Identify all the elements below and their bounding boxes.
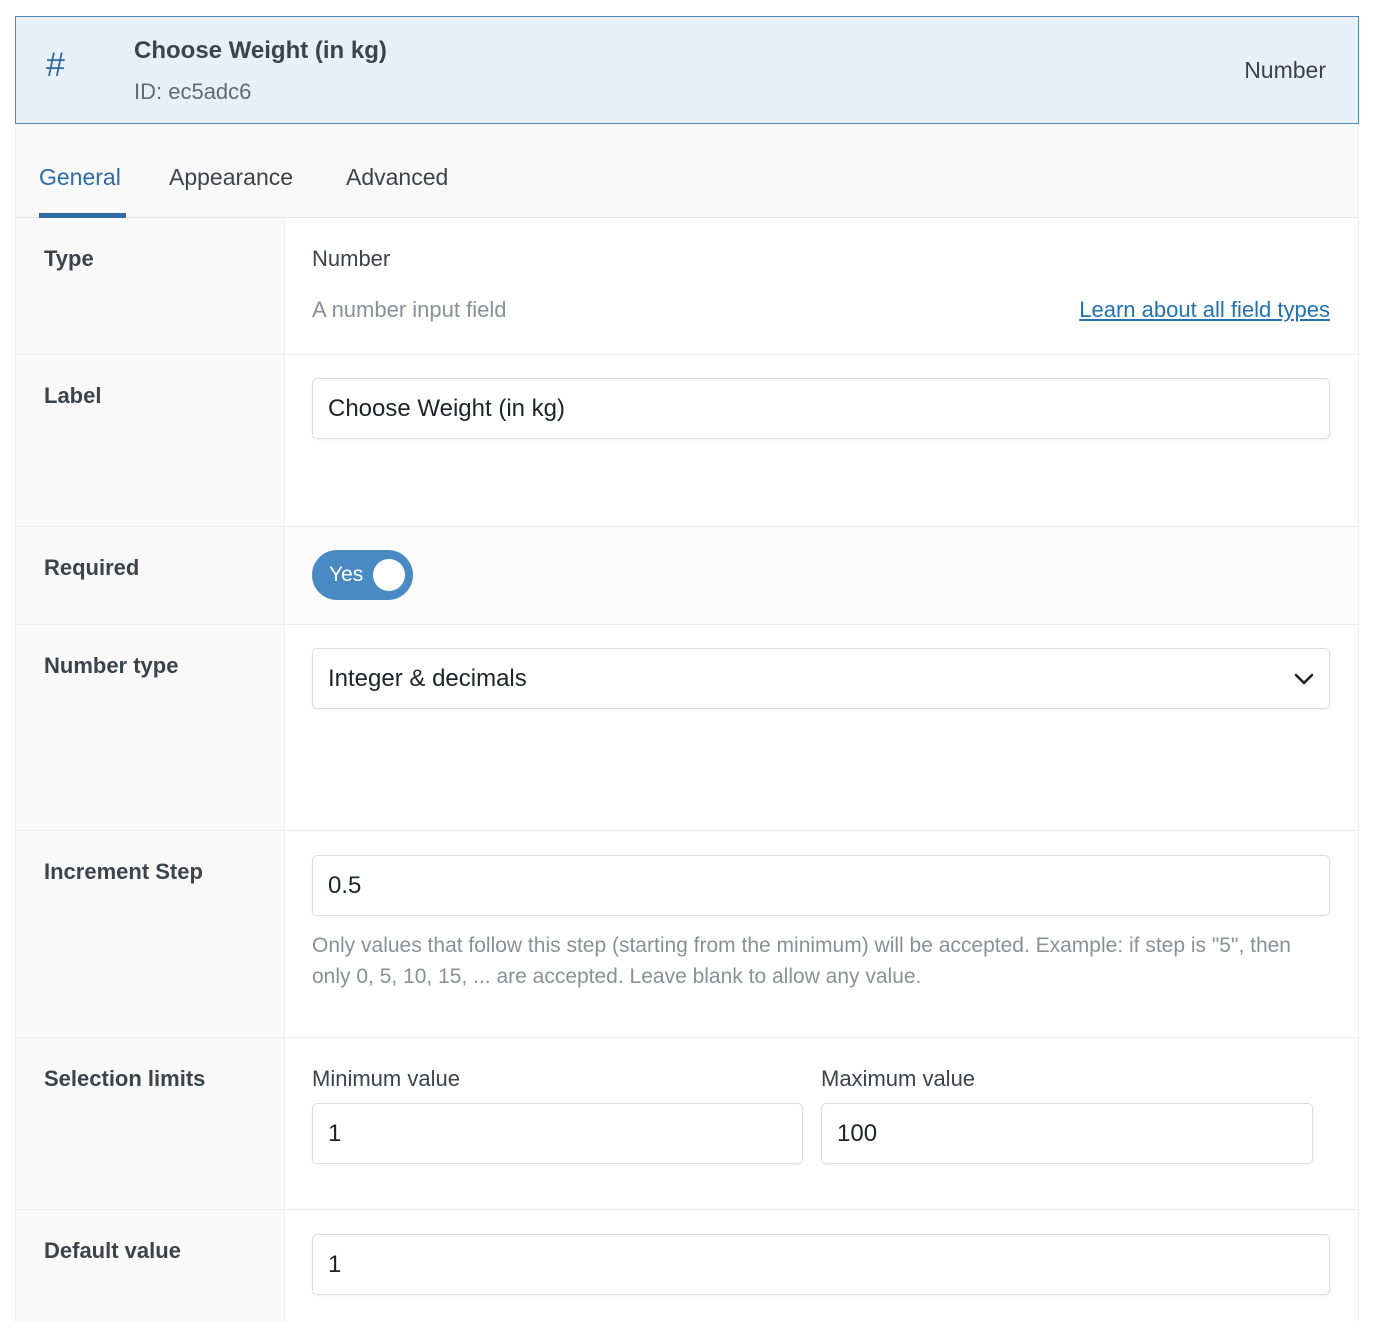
- toggle-label: Yes: [329, 563, 364, 586]
- type-description: A number input field: [312, 297, 507, 322]
- label-row-label: Label: [15, 355, 285, 526]
- type-row-label: Type: [15, 218, 285, 354]
- maximum-value-label: Maximum value: [821, 1066, 976, 1091]
- maximum-value: 100: [837, 1119, 878, 1147]
- label-row: Label Choose Weight (in kg): [15, 355, 1359, 527]
- increment-step-input[interactable]: 0.5: [312, 855, 1330, 916]
- learn-field-types-link[interactable]: Learn about all field types: [1079, 297, 1330, 323]
- settings-tabs: General Appearance Advanced: [15, 124, 1359, 218]
- required-row-label: Required: [15, 527, 285, 624]
- maximum-value-input[interactable]: 100: [821, 1103, 1313, 1164]
- increment-row: Increment Step 0.5 Only values that foll…: [15, 831, 1359, 1038]
- type-value: Number: [312, 246, 391, 271]
- number-type-selected: Integer & decimals: [328, 664, 527, 692]
- label-input-value: Choose Weight (in kg): [328, 394, 565, 422]
- default-value: 1: [328, 1250, 342, 1278]
- field-title: Choose Weight (in kg): [134, 37, 387, 64]
- hash-icon: #: [46, 46, 65, 84]
- field-type-label: Number: [1244, 57, 1326, 83]
- increment-row-label: Increment Step: [15, 831, 285, 1037]
- default-value-input[interactable]: 1: [312, 1234, 1330, 1295]
- increment-step-value: 0.5: [328, 871, 362, 899]
- minimum-value: 1: [328, 1119, 342, 1147]
- selection-limits-row: Selection limits Minimum value 1 Maximum…: [15, 1038, 1359, 1210]
- tab-general[interactable]: General: [39, 164, 121, 191]
- field-id: ID: ec5adc6: [134, 79, 252, 104]
- label-input[interactable]: Choose Weight (in kg): [312, 378, 1330, 439]
- number-type-select[interactable]: Integer & decimals: [312, 648, 1330, 709]
- chevron-down-icon: [1294, 673, 1314, 685]
- field-settings-panel: # Choose Weight (in kg) ID: ec5adc6 Numb…: [15, 16, 1359, 1322]
- required-row: Required Yes: [15, 527, 1359, 625]
- tab-advanced[interactable]: Advanced: [346, 164, 448, 191]
- type-row: Type Number A number input field Learn a…: [15, 218, 1359, 355]
- toggle-knob: [373, 559, 405, 591]
- required-toggle[interactable]: Yes: [312, 550, 413, 600]
- tab-appearance[interactable]: Appearance: [169, 164, 293, 191]
- active-tab-indicator: [39, 213, 126, 218]
- number-type-row-label: Number type: [15, 625, 285, 830]
- number-type-row: Number type Integer & decimals: [15, 625, 1359, 831]
- minimum-value-input[interactable]: 1: [312, 1103, 803, 1164]
- selection-limits-row-label: Selection limits: [15, 1038, 285, 1209]
- increment-help-text: Only values that follow this step (start…: [312, 934, 1291, 988]
- field-header[interactable]: # Choose Weight (in kg) ID: ec5adc6 Numb…: [15, 16, 1359, 124]
- default-value-row: Default value 1: [15, 1210, 1359, 1322]
- minimum-value-label: Minimum value: [312, 1066, 460, 1091]
- default-value-row-label: Default value: [15, 1210, 285, 1322]
